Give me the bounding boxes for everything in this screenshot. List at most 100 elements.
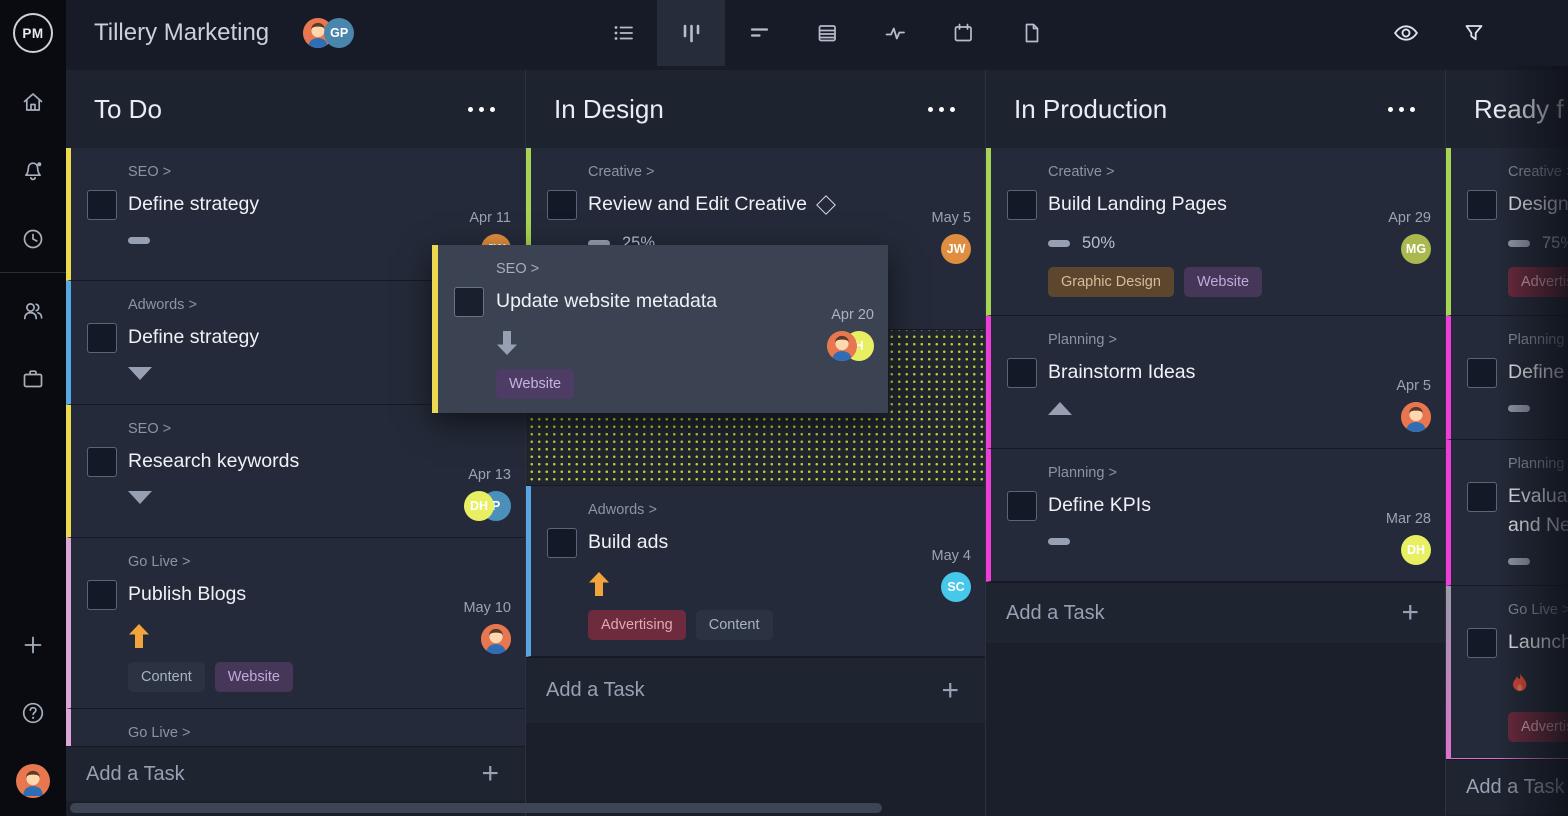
card-project-breadcrumb[interactable]: Go Live > [128,554,423,570]
add-task-button[interactable]: Add a Task+ [526,657,985,723]
task-checkbox[interactable] [547,528,577,558]
task-card[interactable]: Go Live >Publish BlogsContentWebsiteMay … [66,538,525,709]
tag-website[interactable]: Website [1184,267,1262,297]
card-project-breadcrumb[interactable]: Planning > [1508,456,1568,472]
task-checkbox[interactable] [87,580,117,610]
tag-advertising[interactable]: Advertising [1508,712,1568,742]
task-card[interactable]: SEO >Research keywordsApr 13DHP [66,405,525,538]
view-tab-task-list[interactable] [589,0,657,66]
card-tags: Website [496,369,786,399]
add-icon [20,632,46,658]
project-members[interactable]: GP [303,18,354,48]
task-card[interactable]: Planning >Evaluateand Ne [1446,440,1568,586]
task-checkbox[interactable] [87,447,117,477]
card-project-breadcrumb[interactable]: Go Live > [1508,602,1568,618]
horizontal-scrollbar-thumb[interactable] [70,803,882,813]
card-project-breadcrumb[interactable]: Go Live > [128,725,423,741]
task-checkbox[interactable] [1467,482,1497,512]
task-checkbox[interactable] [454,287,484,317]
sidebar-item-help[interactable] [20,700,46,731]
member-photo-avatar [1401,402,1431,432]
tag-website[interactable]: Website [215,662,293,692]
member-initials-avatar: DH [1401,535,1431,565]
add-task-button[interactable]: Add a Task+ [1446,759,1568,814]
task-card[interactable]: Planning >Brainstorm IdeasApr 5 [986,316,1445,449]
add-task-button[interactable]: Add a Task+ [66,746,525,801]
task-card[interactable]: Planning > Define [1446,316,1568,440]
column-menu-button[interactable] [928,101,955,118]
tag-advertising[interactable]: Advertising [1508,267,1568,297]
kanban-icon [679,21,703,45]
card-project-breadcrumb[interactable]: Creative > [588,164,883,180]
task-checkbox[interactable] [1467,358,1497,388]
sidebar-item-team[interactable] [20,298,46,329]
assignees: DH [1401,535,1431,565]
card-title: Brainstorm Ideas [1048,359,1343,386]
card-project-breadcrumb[interactable]: SEO > [496,261,786,277]
progress-pill [1508,240,1530,247]
tag-content[interactable]: Content [696,610,773,640]
sidebar-profile-avatar[interactable] [16,764,50,801]
card-main: Go Live > Launch Advertising [1508,602,1568,742]
task-card[interactable]: Go Live > Launch Advertising [1446,586,1568,759]
sidebar-item-home[interactable] [20,89,46,120]
visibility-icon[interactable] [1392,21,1420,45]
task-checkbox[interactable] [1007,190,1037,220]
filter-icon[interactable] [1461,20,1487,46]
sidebar-item-portfolio[interactable] [20,366,46,397]
home-icon [20,89,46,115]
task-checkbox[interactable] [1007,358,1037,388]
view-tab-document[interactable] [997,0,1065,66]
add-task-button[interactable]: Add a Task+ [986,582,1445,643]
column-menu-button[interactable] [1388,101,1415,118]
task-checkbox[interactable] [87,323,117,353]
add-task-label: Add a Task [86,763,185,786]
dragged-task-card[interactable]: SEO >Update website metadataWebsiteApr 2… [432,245,888,413]
tag-website[interactable]: Website [496,369,574,399]
view-tab-calendar[interactable] [929,0,997,66]
tag-advertising[interactable]: Advertising [588,610,686,640]
column-cards: Creative >Design75%AdvertisingPlanning >… [1446,148,1568,759]
card-indicator: 75% [1508,234,1568,253]
member-initials-avatar[interactable]: GP [324,18,354,48]
card-project-breadcrumb[interactable]: SEO > [128,164,423,180]
sidebar-item-history[interactable] [20,226,46,257]
card-main: Adwords >Build adsAdvertisingContent [588,502,883,640]
column-menu-button[interactable] [468,101,495,118]
task-card[interactable]: Adwords >Build adsAdvertisingContentMay … [526,486,985,657]
card-title: Update website metadata [496,288,786,315]
task-checkbox[interactable] [87,190,117,220]
card-title: Define [1508,359,1568,386]
task-checkbox[interactable] [1467,628,1497,658]
sidebar-item-notifications[interactable] [20,158,46,189]
view-tab-gantt[interactable] [725,0,793,66]
app-logo[interactable]: PM [0,0,66,66]
due-date: May 5 [932,210,972,226]
task-card[interactable]: Creative >Build Landing Pages50%Graphic … [986,148,1445,316]
card-indicator [1048,535,1343,548]
priority-triangle-up-icon [1048,402,1072,415]
view-tab-sheet[interactable] [793,0,861,66]
app-sidebar [0,66,66,816]
card-project-breadcrumb[interactable]: Creative > [1048,164,1343,180]
card-title: Launch [1508,629,1568,656]
card-project-breadcrumb[interactable]: Planning > [1508,332,1568,348]
tag-graphic-design[interactable]: Graphic Design [1048,267,1174,297]
card-project-breadcrumb[interactable]: Planning > [1048,465,1343,481]
sidebar-item-add[interactable] [20,632,46,663]
card-project-breadcrumb[interactable]: SEO > [128,421,423,437]
task-card[interactable]: Planning >Define KPIsMar 28DH [986,449,1445,582]
card-project-breadcrumb[interactable]: Adwords > [588,502,883,518]
view-tab-kanban[interactable] [657,0,725,66]
card-project-breadcrumb[interactable]: Adwords > [128,297,423,313]
task-checkbox[interactable] [1467,190,1497,220]
card-project-breadcrumb[interactable]: Creative > [1508,164,1568,180]
tag-content[interactable]: Content [128,662,205,692]
task-card[interactable]: Go Live >ContractsMay 9 [66,709,525,746]
task-checkbox[interactable] [1007,491,1037,521]
task-checkbox[interactable] [547,190,577,220]
view-tab-activity[interactable] [861,0,929,66]
assignees: SC [941,572,971,602]
task-card[interactable]: Creative >Design75%Advertising [1446,148,1568,316]
card-project-breadcrumb[interactable]: Planning > [1048,332,1343,348]
